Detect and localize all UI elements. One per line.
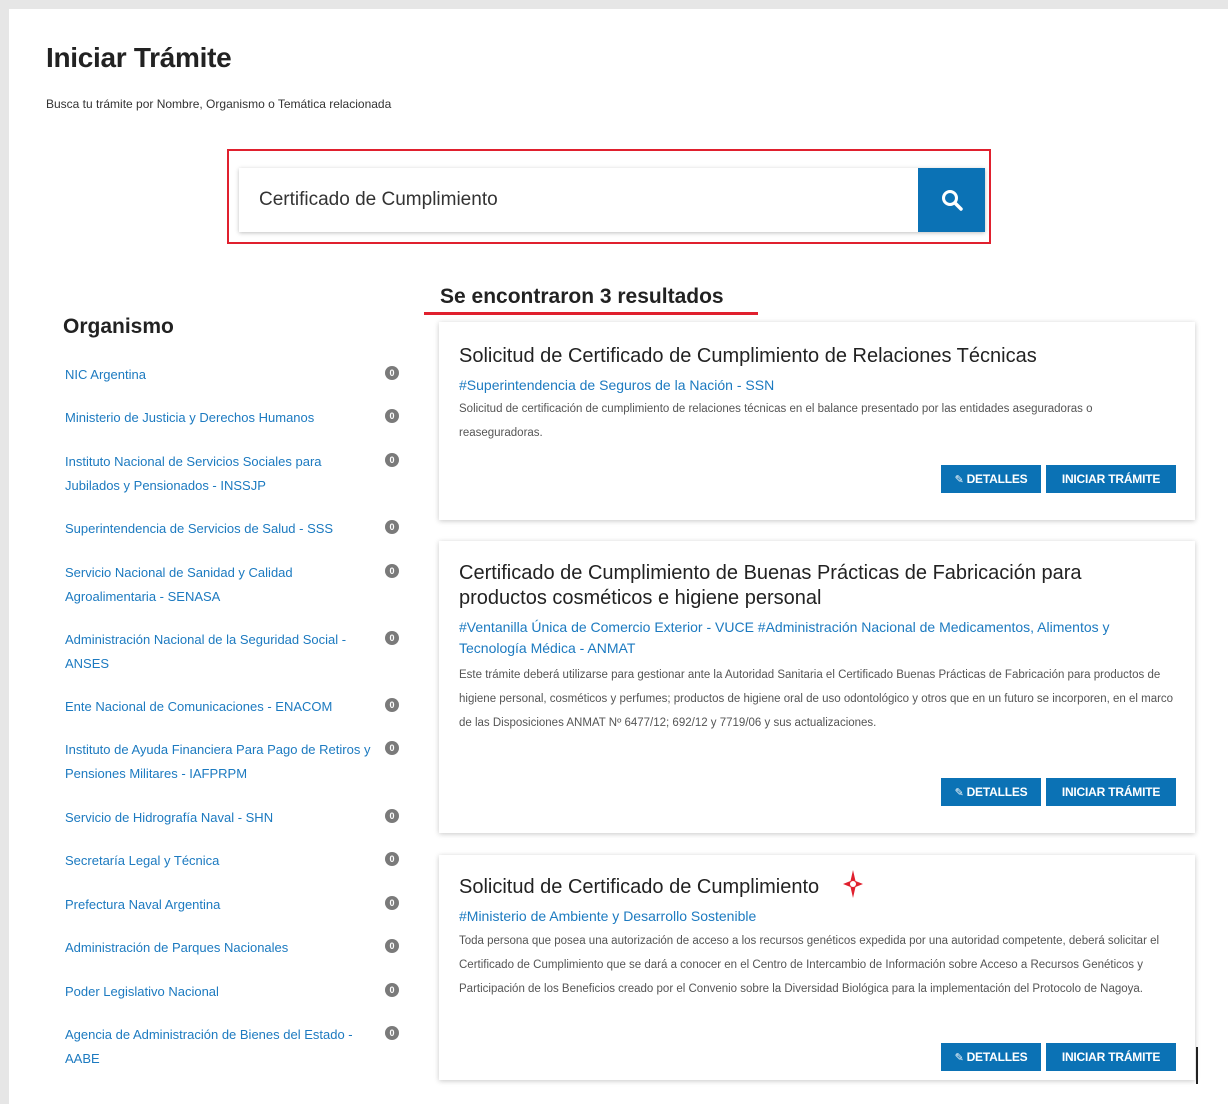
sidebar-item-iafprpm[interactable]: Instituto de Ayuda Financiera Para Pago … — [65, 738, 377, 786]
page-title: Iniciar Trámite — [46, 42, 232, 73]
card-description: Este trámite deberá utilizarse para gest… — [459, 669, 1174, 729]
text-cursor — [1196, 1047, 1198, 1084]
sidebar-title: Organismo — [63, 315, 174, 338]
sidebar-item-parques[interactable]: Administración de Parques Nacionales — [65, 936, 377, 960]
sidebar-item-enacom[interactable]: Ente Nacional de Comunicaciones - ENACOM — [65, 695, 377, 719]
count-badge: 0 — [385, 631, 399, 645]
count-badge: 0 — [385, 1026, 399, 1040]
sidebar-item-secretaria-legal[interactable]: Secretaría Legal y Técnica — [65, 849, 377, 873]
card-organism-link[interactable]: #Ministerio de Ambiente y Desarrollo Sos… — [459, 906, 1159, 927]
count-badge: 0 — [385, 520, 399, 534]
sidebar-item-inssjp[interactable]: Instituto Nacional de Servicios Sociales… — [65, 450, 377, 498]
search-input[interactable] — [239, 167, 918, 233]
card-title[interactable]: Solicitud de Certificado de Cumplimiento… — [459, 344, 1159, 369]
details-button-label: DETALLES — [966, 785, 1028, 799]
result-card: Solicitud de Certificado de Cumplimiento… — [439, 855, 1195, 1080]
count-badge: 0 — [385, 741, 399, 755]
card-description: Toda persona que posea una autorización … — [459, 935, 1160, 995]
sidebar-item-sss[interactable]: Superintendencia de Servicios de Salud -… — [65, 517, 377, 541]
card-title[interactable]: Certificado de Cumplimiento de Buenas Pr… — [459, 561, 1159, 611]
sidebar-item-ministerio-justicia[interactable]: Ministerio de Justicia y Derechos Humano… — [65, 406, 377, 430]
sidebar-item-anses[interactable]: Administración Nacional de la Seguridad … — [65, 628, 377, 676]
tag-icon: ✎ — [954, 786, 964, 799]
count-badge: 0 — [385, 896, 399, 910]
count-badge: 0 — [385, 939, 399, 953]
count-badge: 0 — [385, 852, 399, 866]
count-badge: 0 — [385, 409, 399, 423]
count-badge: 0 — [385, 983, 399, 997]
search-box — [239, 167, 985, 233]
details-button[interactable]: ✎ DETALLES — [941, 778, 1041, 806]
details-button[interactable]: ✎ DETALLES — [941, 1043, 1041, 1071]
details-button-label: DETALLES — [966, 1050, 1028, 1064]
count-badge: 0 — [385, 453, 399, 467]
result-card: Solicitud de Certificado de Cumplimiento… — [439, 322, 1195, 520]
highlight-star-icon — [843, 870, 863, 898]
count-badge: 0 — [385, 809, 399, 823]
sidebar-item-poder-legislativo[interactable]: Poder Legislativo Nacional — [65, 980, 377, 1004]
start-procedure-button[interactable]: INICIAR TRÁMITE — [1046, 778, 1176, 806]
page-subtitle: Busca tu trámite por Nombre, Organismo o… — [46, 97, 392, 111]
start-procedure-button[interactable]: INICIAR TRÁMITE — [1046, 465, 1176, 493]
card-title[interactable]: Solicitud de Certificado de Cumplimiento — [459, 875, 849, 900]
card-description: Solicitud de certificación de cumplimien… — [459, 403, 1093, 439]
details-button-label: DETALLES — [966, 472, 1028, 486]
sidebar-item-senasa[interactable]: Servicio Nacional de Sanidad y Calidad A… — [65, 561, 377, 609]
search-button[interactable] — [918, 168, 985, 232]
card-organism-link[interactable]: #Superintendencia de Seguros de la Nació… — [459, 375, 1159, 396]
search-icon — [941, 190, 963, 211]
card-organism-link[interactable]: #Ventanilla Única de Comercio Exterior -… — [459, 617, 1159, 659]
tag-icon: ✎ — [954, 473, 964, 486]
count-badge: 0 — [385, 366, 399, 380]
result-card: Certificado de Cumplimiento de Buenas Pr… — [439, 541, 1195, 833]
start-procedure-button[interactable]: INICIAR TRÁMITE — [1046, 1043, 1176, 1071]
count-badge: 0 — [385, 564, 399, 578]
results-count-title: Se encontraron 3 resultados — [440, 285, 724, 308]
tag-icon: ✎ — [954, 1051, 964, 1064]
sidebar-item-shn[interactable]: Servicio de Hidrografía Naval - SHN — [65, 806, 377, 830]
sidebar-item-nic-argentina[interactable]: NIC Argentina — [65, 363, 377, 387]
sidebar-item-aabe[interactable]: Agencia de Administración de Bienes del … — [65, 1023, 377, 1071]
details-button[interactable]: ✎ DETALLES — [941, 465, 1041, 493]
count-badge: 0 — [385, 698, 399, 712]
results-underline — [424, 312, 758, 315]
sidebar-item-prefectura[interactable]: Prefectura Naval Argentina — [65, 893, 377, 917]
